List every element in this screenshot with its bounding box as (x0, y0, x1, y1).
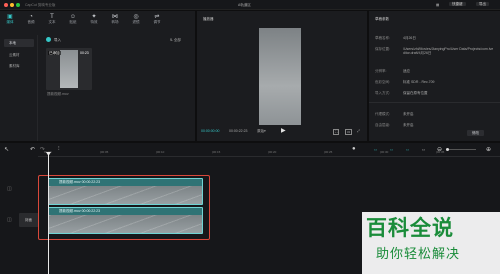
draft-label-import: 导入方式: (375, 91, 390, 95)
draft-value-name: 4月26日 (403, 36, 416, 40)
draft-label-location: 保存位置: (375, 47, 390, 51)
aspect-ratio-icon[interactable]: ▭ (345, 129, 353, 135)
tab-text[interactable]: T 文本 (45, 14, 59, 25)
ruler-label: |00:10 (156, 150, 165, 154)
auto-snap-icon[interactable]: ⇔ (389, 147, 394, 153)
sidebar-item-local[interactable]: 本地 (4, 39, 34, 47)
track-mute-icon[interactable]: ◫ (7, 217, 12, 223)
minimize-window-button[interactable] (10, 3, 14, 7)
select-tool-icon[interactable]: ↖ (4, 146, 9, 153)
title-bar: CapCut 剪映专业版 A轨道区 ▦ 快捷键 导出 (0, 0, 500, 10)
ruler-label: |00:30 (380, 150, 389, 154)
draft-value-location: /Users/zhi/Movies/JianyingPro/User Data/… (403, 47, 494, 55)
microphone-icon[interactable]: ● (352, 146, 356, 152)
media-panel: ▣ 媒体 ◔ 音频 T 文本 ☺ 贴纸 ✦ 特效 ⋈ 转场 ◎ 滤镜 ⇌ 调节 本地 云素材 素… (0, 11, 195, 141)
draft-value-colorspace: 标准 SDR - Rec.709 (403, 80, 435, 84)
current-time: 00:00:00:00 (201, 129, 220, 133)
tab-adjust[interactable]: ⇌ 调节 (150, 14, 164, 25)
media-clip-card[interactable]: 已添加 00:23 (46, 48, 92, 90)
draft-title: 草稿参数 (375, 17, 389, 21)
draft-params-panel: 草稿参数 草稿名称: 4月26日 保存位置: /Users/zhi/Movies… (369, 11, 500, 141)
close-window-button[interactable] (4, 3, 8, 7)
ruler-label: |00:05 (100, 150, 109, 154)
zoom-slider-handle[interactable] (446, 148, 449, 151)
clip-duration: 00:23 (80, 51, 89, 55)
fullscreen-preview-icon[interactable]: ⛶ (333, 129, 340, 135)
draft-label-resolution: 分辨率: (375, 69, 387, 73)
zoom-in-icon[interactable]: ⊕ (486, 146, 491, 153)
watermark: 百科全说 助你轻松解决 (362, 212, 500, 274)
layout-icon[interactable]: ▦ (436, 3, 439, 7)
clip-thumbnail (60, 50, 78, 88)
fullscreen-icon[interactable]: ⤢ (357, 129, 360, 133)
import-button[interactable]: 导入 (54, 38, 61, 42)
player-panel: 播放器 00:00:00:00 00:00:22:23 原始▾ ▶ ⛶ ▭ ⤢ (197, 11, 367, 141)
import-icon[interactable] (46, 37, 51, 42)
tab-sticker[interactable]: ☺ 贴纸 (66, 14, 80, 25)
video-preview[interactable] (259, 28, 301, 125)
zoom-slider[interactable] (446, 148, 476, 151)
split-icon[interactable]: ⫶ (58, 146, 60, 153)
ruler-label: |00:35 (436, 150, 445, 154)
timeline-ruler[interactable] (38, 156, 500, 157)
added-badge: 已添加 (48, 51, 61, 55)
selection-highlight (38, 175, 210, 240)
tab-filter[interactable]: ◎ 滤镜 (129, 14, 143, 25)
divider (369, 102, 500, 103)
undo-icon[interactable]: ↶ (30, 146, 35, 153)
app-name: CapCut 剪映专业版 (25, 3, 56, 7)
main-track-magnet-icon[interactable]: ⇔ (373, 147, 378, 153)
ruler-label: |00:20 (268, 150, 277, 154)
track-visibility-icon[interactable]: ◫ (7, 186, 12, 192)
clip-filename: 提款视频.mov (47, 92, 69, 96)
shortcut-button[interactable]: 快捷键 (449, 2, 466, 6)
linkage-icon[interactable]: ⇔ (405, 147, 410, 153)
ruler-label: |00:25 (324, 150, 333, 154)
draft-label-colorspace: 色彩空间: (375, 80, 390, 84)
draft-label-layer: 自由层级: (375, 123, 390, 127)
ruler-label: |00:15 (212, 150, 221, 154)
preview-axis-icon[interactable]: ⇔ (421, 147, 426, 153)
draft-value-proxy: 未开启 (403, 112, 414, 116)
cover-button[interactable]: 封面 (19, 213, 39, 227)
chevron-down-icon: ▾ (264, 129, 266, 133)
draft-label-proxy: 代理模式: (375, 112, 390, 116)
watermark-title: 百科全说 (366, 217, 454, 240)
tab-media[interactable]: ▣ 媒体 (3, 14, 17, 25)
ratio-dropdown[interactable]: 原始▾ (257, 129, 266, 133)
draft-value-resolution: 适应 (403, 69, 410, 73)
filter-dropdown[interactable]: ⇅ 全部 (170, 38, 181, 42)
sidebar-item-cloud[interactable]: 云素材 (4, 53, 20, 57)
modify-button[interactable]: 修改 (467, 130, 484, 136)
maximize-window-button[interactable] (16, 3, 20, 7)
player-title: 播放器 (203, 17, 214, 21)
watermark-subtitle: 助你轻松解决 (376, 246, 461, 261)
tab-effects[interactable]: ✦ 特效 (87, 14, 101, 25)
window-title: A轨道区 (238, 3, 251, 7)
tab-transition[interactable]: ⋈ 转场 (108, 14, 122, 25)
export-button[interactable]: 导出 (476, 2, 489, 6)
draft-label-name: 草稿名称: (375, 36, 390, 40)
draft-value-layer: 未开启 (403, 123, 414, 127)
total-time: 00:00:22:23 (229, 129, 248, 133)
playhead[interactable] (48, 152, 49, 274)
sidebar-item-library[interactable]: 素材库 (4, 64, 20, 68)
media-sidebar: 本地 云素材 素材库 (0, 35, 38, 141)
tab-audio[interactable]: ◔ 音频 (24, 14, 38, 25)
draft-value-import: 保留在原有位置 (403, 91, 428, 95)
play-icon[interactable]: ▶ (281, 127, 286, 134)
